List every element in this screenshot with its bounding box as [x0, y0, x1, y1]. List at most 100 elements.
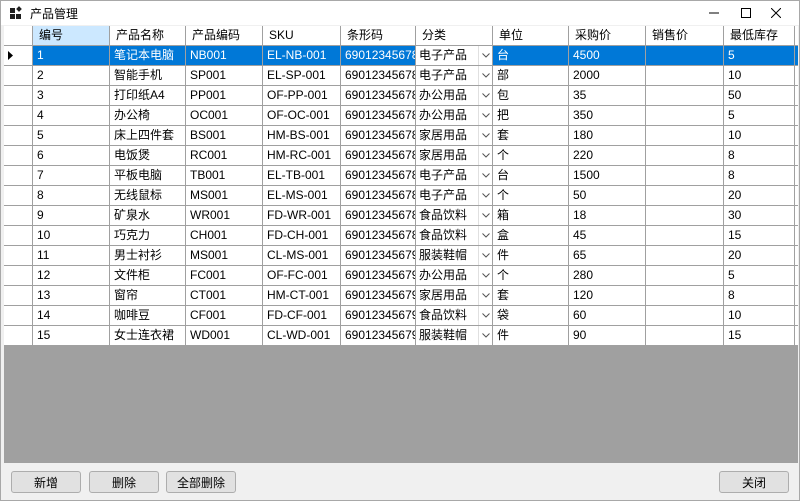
- chevron-down-icon[interactable]: [478, 326, 492, 345]
- row-header[interactable]: [4, 326, 33, 346]
- grid-cell[interactable]: 13: [33, 286, 110, 306]
- grid-cell[interactable]: 69012345679…: [341, 326, 416, 346]
- row-header[interactable]: [4, 66, 33, 86]
- grid-cell[interactable]: 35: [569, 86, 646, 106]
- grid-cell[interactable]: 女士连衣裙: [110, 326, 186, 346]
- grid-cell[interactable]: [646, 186, 724, 206]
- grid-cell[interactable]: 220: [569, 146, 646, 166]
- chevron-down-icon[interactable]: [478, 66, 492, 85]
- row-header[interactable]: [4, 206, 33, 226]
- grid-cell[interactable]: EL-TB-001: [263, 166, 341, 186]
- grid-cell[interactable]: 60: [569, 306, 646, 326]
- grid-cell[interactable]: 个: [493, 266, 569, 286]
- grid-cell[interactable]: HM-CT-001: [263, 286, 341, 306]
- grid-cell[interactable]: FD-WR-001: [263, 206, 341, 226]
- row-header[interactable]: [4, 226, 33, 246]
- grid-cell[interactable]: SP001: [186, 66, 263, 86]
- category-dropdown[interactable]: 食品饮料: [416, 206, 493, 226]
- add-button[interactable]: 新增: [11, 471, 81, 493]
- grid-cell[interactable]: EL-MS-001: [263, 186, 341, 206]
- grid-cell[interactable]: 69012345678…: [341, 106, 416, 126]
- grid-cell[interactable]: CL-WD-001: [263, 326, 341, 346]
- grid-cell[interactable]: CT001: [186, 286, 263, 306]
- category-dropdown[interactable]: 电子产品: [416, 46, 493, 66]
- column-header[interactable]: 编号: [33, 26, 110, 46]
- category-dropdown[interactable]: 电子产品: [416, 166, 493, 186]
- grid-cell[interactable]: [646, 146, 724, 166]
- grid-cell[interactable]: 280: [569, 266, 646, 286]
- category-dropdown[interactable]: 食品饮料: [416, 306, 493, 326]
- grid-cell[interactable]: [646, 266, 724, 286]
- grid-cell[interactable]: [646, 206, 724, 226]
- grid-cell[interactable]: 50: [724, 86, 795, 106]
- grid-cell[interactable]: 9: [33, 206, 110, 226]
- grid-cell[interactable]: 15: [33, 326, 110, 346]
- grid-cell[interactable]: 50: [569, 186, 646, 206]
- grid-cell[interactable]: 69012345678…: [341, 186, 416, 206]
- chevron-down-icon[interactable]: [478, 46, 492, 65]
- column-header[interactable]: 销售价: [646, 26, 724, 46]
- grid-cell[interactable]: EL-NB-001: [263, 46, 341, 66]
- grid-cell[interactable]: 台: [493, 166, 569, 186]
- grid-cell[interactable]: 15: [724, 326, 795, 346]
- grid-cell[interactable]: [646, 46, 724, 66]
- grid-cell[interactable]: WD001: [186, 326, 263, 346]
- grid-cell[interactable]: 办公椅: [110, 106, 186, 126]
- chevron-down-icon[interactable]: [478, 266, 492, 285]
- grid-cell[interactable]: 包: [493, 86, 569, 106]
- grid-cell[interactable]: 个: [493, 186, 569, 206]
- grid-cell[interactable]: 69012345679…: [341, 286, 416, 306]
- chevron-down-icon[interactable]: [478, 126, 492, 145]
- grid-cell[interactable]: WR001: [186, 206, 263, 226]
- grid-cell[interactable]: 巧克力: [110, 226, 186, 246]
- grid-cell[interactable]: [646, 66, 724, 86]
- grid-cell[interactable]: 7: [33, 166, 110, 186]
- grid-cell[interactable]: CH001: [186, 226, 263, 246]
- table-row[interactable]: 3打印纸A4PP001OF-PP-00169012345678…办公用品 包35 5…: [4, 86, 798, 106]
- grid-cell[interactable]: 电饭煲: [110, 146, 186, 166]
- chevron-down-icon[interactable]: [478, 86, 492, 105]
- table-row[interactable]: 15女士连衣裙WD001CL-WD-00169012345679…服装鞋帽件90…: [4, 326, 798, 346]
- grid-cell[interactable]: 69012345678…: [341, 206, 416, 226]
- grid-cell[interactable]: 10: [724, 66, 795, 86]
- grid-cell[interactable]: 10: [724, 126, 795, 146]
- chevron-down-icon[interactable]: [478, 166, 492, 185]
- close-button[interactable]: 关闭: [719, 471, 789, 493]
- category-dropdown[interactable]: 服装鞋帽: [416, 246, 493, 266]
- grid-cell[interactable]: 打印纸A4: [110, 86, 186, 106]
- grid-cell[interactable]: 4500: [569, 46, 646, 66]
- grid-corner[interactable]: [4, 26, 33, 46]
- grid-cell[interactable]: 8: [724, 166, 795, 186]
- grid-cell[interactable]: 69012345678…: [341, 146, 416, 166]
- grid-cell[interactable]: 无线鼠标: [110, 186, 186, 206]
- grid-cell[interactable]: [646, 226, 724, 246]
- row-header[interactable]: [4, 266, 33, 286]
- row-header[interactable]: [4, 126, 33, 146]
- grid-cell[interactable]: OF-OC-001: [263, 106, 341, 126]
- grid-cell[interactable]: [646, 306, 724, 326]
- grid-cell[interactable]: NB001: [186, 46, 263, 66]
- grid-cell[interactable]: 2000: [569, 66, 646, 86]
- grid-cell[interactable]: 男士衬衫: [110, 246, 186, 266]
- column-header[interactable]: 最低库存: [724, 26, 795, 46]
- column-header[interactable]: 分类: [416, 26, 493, 46]
- grid-cell[interactable]: 平板电脑: [110, 166, 186, 186]
- grid-cell[interactable]: MS001: [186, 246, 263, 266]
- grid-cell[interactable]: 5: [724, 266, 795, 286]
- grid-cell[interactable]: 咖啡豆: [110, 306, 186, 326]
- grid-cell[interactable]: 2: [33, 66, 110, 86]
- grid-cell[interactable]: 笔记本电脑: [110, 46, 186, 66]
- grid-cell[interactable]: FD-CF-001: [263, 306, 341, 326]
- category-dropdown[interactable]: 办公用品: [416, 86, 493, 106]
- grid-cell[interactable]: 30: [724, 206, 795, 226]
- grid-cell[interactable]: FC001: [186, 266, 263, 286]
- row-header[interactable]: [4, 246, 33, 266]
- product-grid[interactable]: 编号 产品名称 产品编码 SKU 条形码 分类 单位 采购价 销售价 最低库存 1 笔记本电脑 NB00…: [4, 26, 798, 463]
- row-header[interactable]: [4, 46, 33, 66]
- grid-cell[interactable]: 120: [569, 286, 646, 306]
- grid-cell[interactable]: 69012345679…: [341, 246, 416, 266]
- grid-cell[interactable]: [646, 286, 724, 306]
- close-window-button[interactable]: [753, 1, 799, 25]
- delete-button[interactable]: 删除: [89, 471, 159, 493]
- grid-cell[interactable]: 件: [493, 246, 569, 266]
